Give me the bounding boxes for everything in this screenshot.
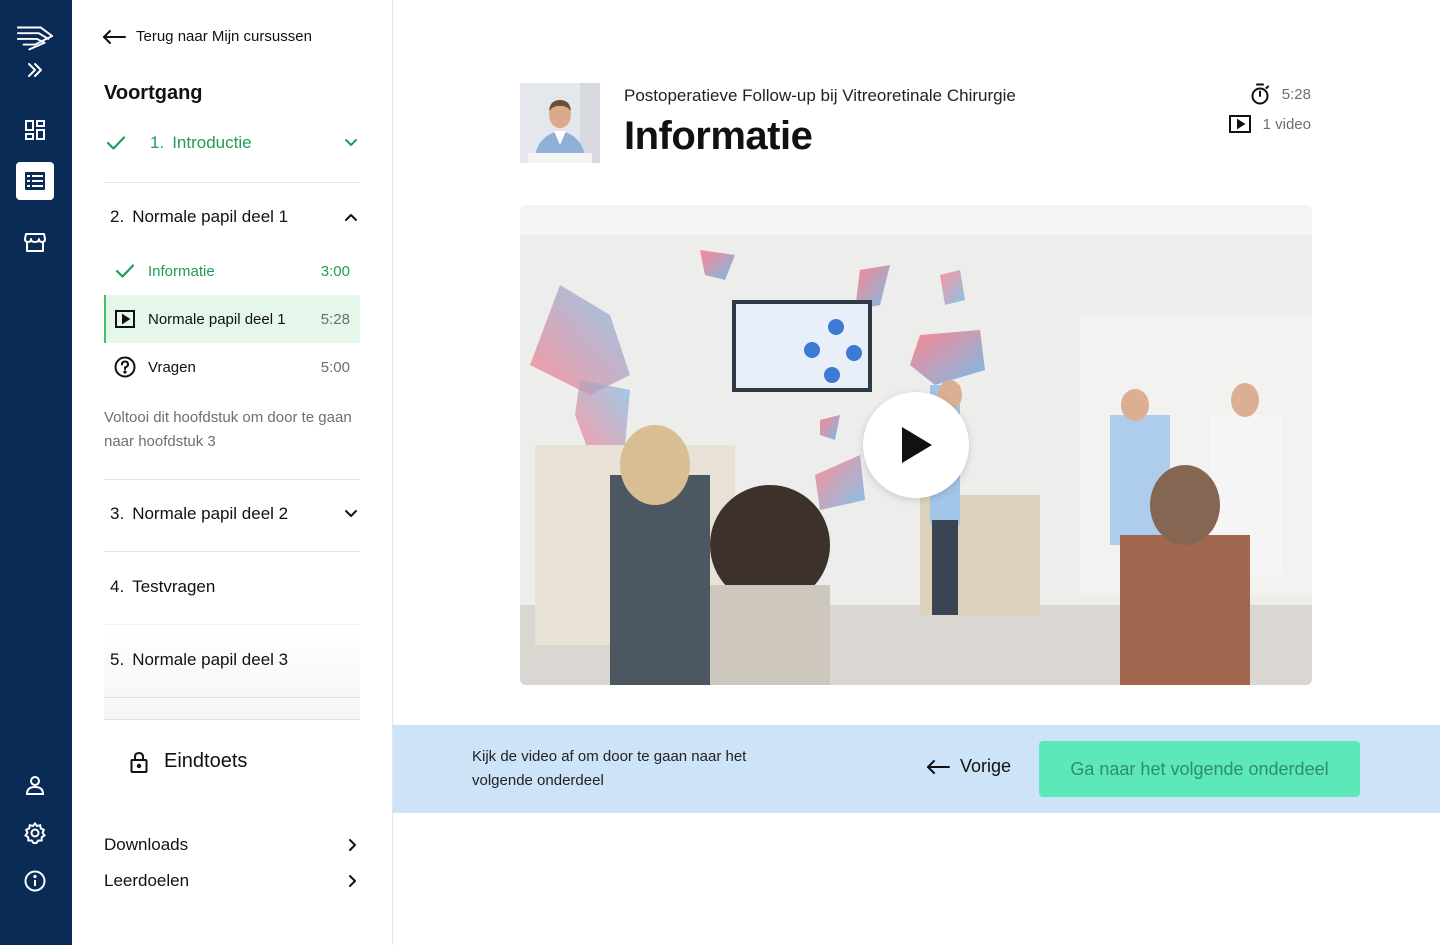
chapter-title: Normale papil deel 2 xyxy=(132,504,289,523)
lesson-title: Informatie xyxy=(148,262,215,280)
chapter-2-header[interactable]: 2. Normale papil deel 1 xyxy=(104,207,360,227)
chapter-unlock-note: Voltooi dit hoofdstuk om door te gaan na… xyxy=(104,409,352,450)
chapter-title: Testvragen xyxy=(132,577,216,596)
back-to-courses-link[interactable]: Terug naar Mijn cursussen xyxy=(102,28,312,45)
chevron-right-icon xyxy=(349,839,356,851)
previous-button[interactable]: Vorige xyxy=(926,756,1011,777)
chapter-title: Introductie xyxy=(172,133,252,152)
play-icon xyxy=(902,427,932,463)
video-count-meta: 1 video xyxy=(1228,115,1311,133)
lesson-main: Postoperatieve Follow-up bij Vitreoretin… xyxy=(393,0,1440,945)
chevron-down-icon xyxy=(345,510,357,517)
lesson-duration: 5:00 xyxy=(320,358,350,376)
instructor-thumbnail xyxy=(520,83,600,163)
divider xyxy=(104,182,360,183)
lesson-item-current[interactable]: Normale papil deel 1 5:28 xyxy=(104,295,360,343)
chapter-number: 2. xyxy=(110,207,125,226)
chapter-title: Normale papil deel 3 xyxy=(132,650,289,669)
gear-icon[interactable] xyxy=(16,814,54,852)
downloads-link[interactable]: Downloads xyxy=(104,835,360,855)
lesson-duration-meta: 5:28 xyxy=(1250,83,1311,105)
chapter-number: 5. xyxy=(110,650,125,669)
lock-icon xyxy=(130,751,148,773)
duration-text: 5:28 xyxy=(1281,85,1311,103)
learning-goals-link[interactable]: Leerdoelen xyxy=(104,871,360,891)
chevron-up-icon xyxy=(345,214,357,221)
chapter-title: Normale papil deel 1 xyxy=(132,207,289,226)
progress-title: Voortgang xyxy=(104,82,203,104)
info-icon[interactable] xyxy=(16,862,54,900)
watch-video-note: Kijk de video af om door te gaan naar he… xyxy=(472,748,747,789)
video-player[interactable] xyxy=(520,205,1312,685)
chapter-number: 3. xyxy=(110,504,125,523)
divider xyxy=(104,719,360,720)
left-nav-rail xyxy=(0,0,72,945)
question-icon xyxy=(114,356,136,378)
lesson-title: Vragen xyxy=(148,358,196,376)
play-button[interactable] xyxy=(863,392,969,498)
lesson-title: Normale papil deel 1 xyxy=(148,310,286,328)
final-exam-label: Eindtoets xyxy=(164,750,248,772)
user-icon[interactable] xyxy=(16,766,54,804)
course-list-icon[interactable] xyxy=(16,162,54,200)
arrow-left-icon xyxy=(103,29,126,44)
video-icon xyxy=(115,310,135,328)
lesson-navigation-bar: Kijk de video af om door te gaan naar he… xyxy=(393,725,1440,813)
chapter-number: 1. xyxy=(150,133,165,152)
lesson-item-vragen[interactable]: Vragen 5:00 xyxy=(104,343,360,391)
course-title: Postoperatieve Follow-up bij Vitreoretin… xyxy=(624,86,1016,105)
chapter-4-header[interactable]: 4. Testvragen xyxy=(104,577,360,597)
video-count-text: 1 video xyxy=(1262,115,1311,133)
check-icon xyxy=(106,136,126,150)
double-chevron-right-icon[interactable] xyxy=(16,51,54,89)
lesson-duration: 3:00 xyxy=(320,262,350,280)
stopwatch-icon xyxy=(1251,83,1269,105)
chapter-number: 4. xyxy=(110,577,125,596)
chapter-1-header[interactable]: 1. Introductie xyxy=(104,133,360,153)
divider xyxy=(104,479,360,480)
lesson-duration: 5:28 xyxy=(320,310,350,328)
arrow-left-icon xyxy=(927,759,950,774)
previous-label: Vorige xyxy=(960,756,1012,776)
lesson-title-heading: Informatie xyxy=(624,114,813,158)
back-link-label: Terug naar Mijn cursussen xyxy=(136,28,312,45)
chapter-5-header[interactable]: 5. Normale papil deel 3 xyxy=(104,650,360,670)
chevron-down-icon xyxy=(345,139,357,146)
lesson-item-informatie[interactable]: Informatie 3:00 xyxy=(104,247,360,295)
store-icon[interactable] xyxy=(16,223,54,261)
check-icon xyxy=(115,264,135,278)
downloads-label: Downloads xyxy=(104,835,189,854)
dashboard-icon[interactable] xyxy=(16,111,54,149)
next-section-button[interactable]: Ga naar het volgende onderdeel xyxy=(1039,741,1360,797)
final-exam-item[interactable]: Eindtoets xyxy=(130,750,247,773)
divider xyxy=(104,697,360,698)
course-sidebar: Terug naar Mijn cursussen Voortgang 1. I… xyxy=(72,0,393,945)
locked-fade-overlay xyxy=(104,624,360,719)
learning-goals-label: Leerdoelen xyxy=(104,871,190,890)
divider xyxy=(104,551,360,552)
chapter-3-header[interactable]: 3. Normale papil deel 2 xyxy=(104,504,360,524)
chevron-right-icon xyxy=(349,875,356,887)
video-icon xyxy=(1228,115,1251,133)
app-root: Terug naar Mijn cursussen Voortgang 1. I… xyxy=(0,0,1440,945)
